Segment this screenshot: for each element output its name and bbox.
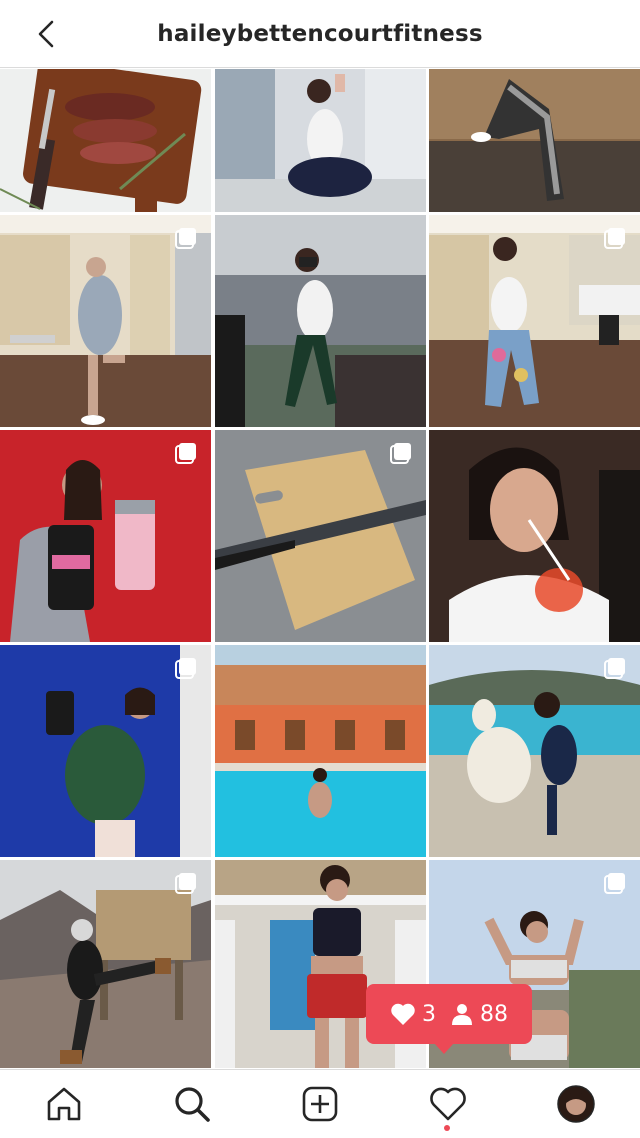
post-tile-gym-mirror-selfie-white-top[interactable]	[214, 69, 426, 212]
post-tile-steak-board[interactable]	[0, 69, 211, 212]
tab-activity[interactable]	[428, 1084, 468, 1124]
likes-count: 3	[422, 1001, 436, 1027]
carousel-icon	[175, 228, 196, 249]
carousel-icon	[175, 873, 196, 894]
carousel-icon	[604, 873, 625, 894]
post-image	[214, 215, 426, 427]
post-image	[0, 69, 211, 212]
back-button[interactable]	[28, 16, 64, 52]
post-tile-gym-floor-mask-selfie[interactable]	[214, 215, 426, 427]
heart-icon	[391, 1003, 415, 1025]
post-tile-snowy-mountain-sign[interactable]	[0, 860, 211, 1068]
post-tile-alpaca-lake[interactable]	[429, 645, 640, 857]
activity-indicator-dot	[444, 1125, 450, 1131]
post-tile-drink-straw-smile[interactable]	[429, 430, 640, 642]
carousel-icon	[389, 443, 411, 464]
bottom-tab-bar	[0, 1069, 640, 1138]
new-post-icon	[302, 1086, 338, 1122]
tab-home[interactable]	[44, 1084, 84, 1124]
explore-grid	[0, 69, 640, 1068]
post-image	[214, 645, 426, 857]
post-tile-locker-room-hoodie[interactable]	[0, 215, 211, 427]
activity-heart-icon	[430, 1087, 466, 1121]
post-tile-blue-wall-protein[interactable]	[0, 645, 211, 857]
likes-notification: 3	[390, 1002, 436, 1027]
chevron-left-icon	[38, 20, 54, 48]
followers-count: 88	[480, 1001, 508, 1027]
carousel-icon	[604, 228, 625, 249]
person-icon	[452, 1004, 472, 1025]
tab-profile[interactable]	[556, 1084, 596, 1124]
post-tile-locker-room-tie-dye[interactable]	[429, 215, 640, 427]
followers-notification: 88	[450, 1002, 508, 1027]
search-icon	[175, 1087, 210, 1122]
post-image	[214, 69, 426, 212]
profile-username-title: haileybettencourtfitness	[157, 20, 483, 47]
post-tile-leggings-step-pose[interactable]	[429, 69, 640, 212]
top-header: haileybettencourtfitness	[0, 0, 640, 68]
post-tile-knife-cutting-board[interactable]	[214, 430, 426, 642]
tab-new-post[interactable]	[300, 1084, 340, 1124]
activity-notification-bubble[interactable]: 3 88	[366, 984, 532, 1054]
carousel-icon	[175, 443, 196, 464]
home-icon	[47, 1087, 81, 1121]
carousel-icon	[175, 658, 196, 679]
post-tile-protein-tub-shaker[interactable]	[0, 430, 211, 642]
profile-avatar	[557, 1085, 595, 1123]
post-tile-hotel-pool[interactable]	[214, 645, 426, 857]
post-image	[429, 430, 640, 642]
post-image	[429, 69, 640, 212]
tab-search[interactable]	[172, 1084, 212, 1124]
carousel-icon	[604, 658, 625, 679]
